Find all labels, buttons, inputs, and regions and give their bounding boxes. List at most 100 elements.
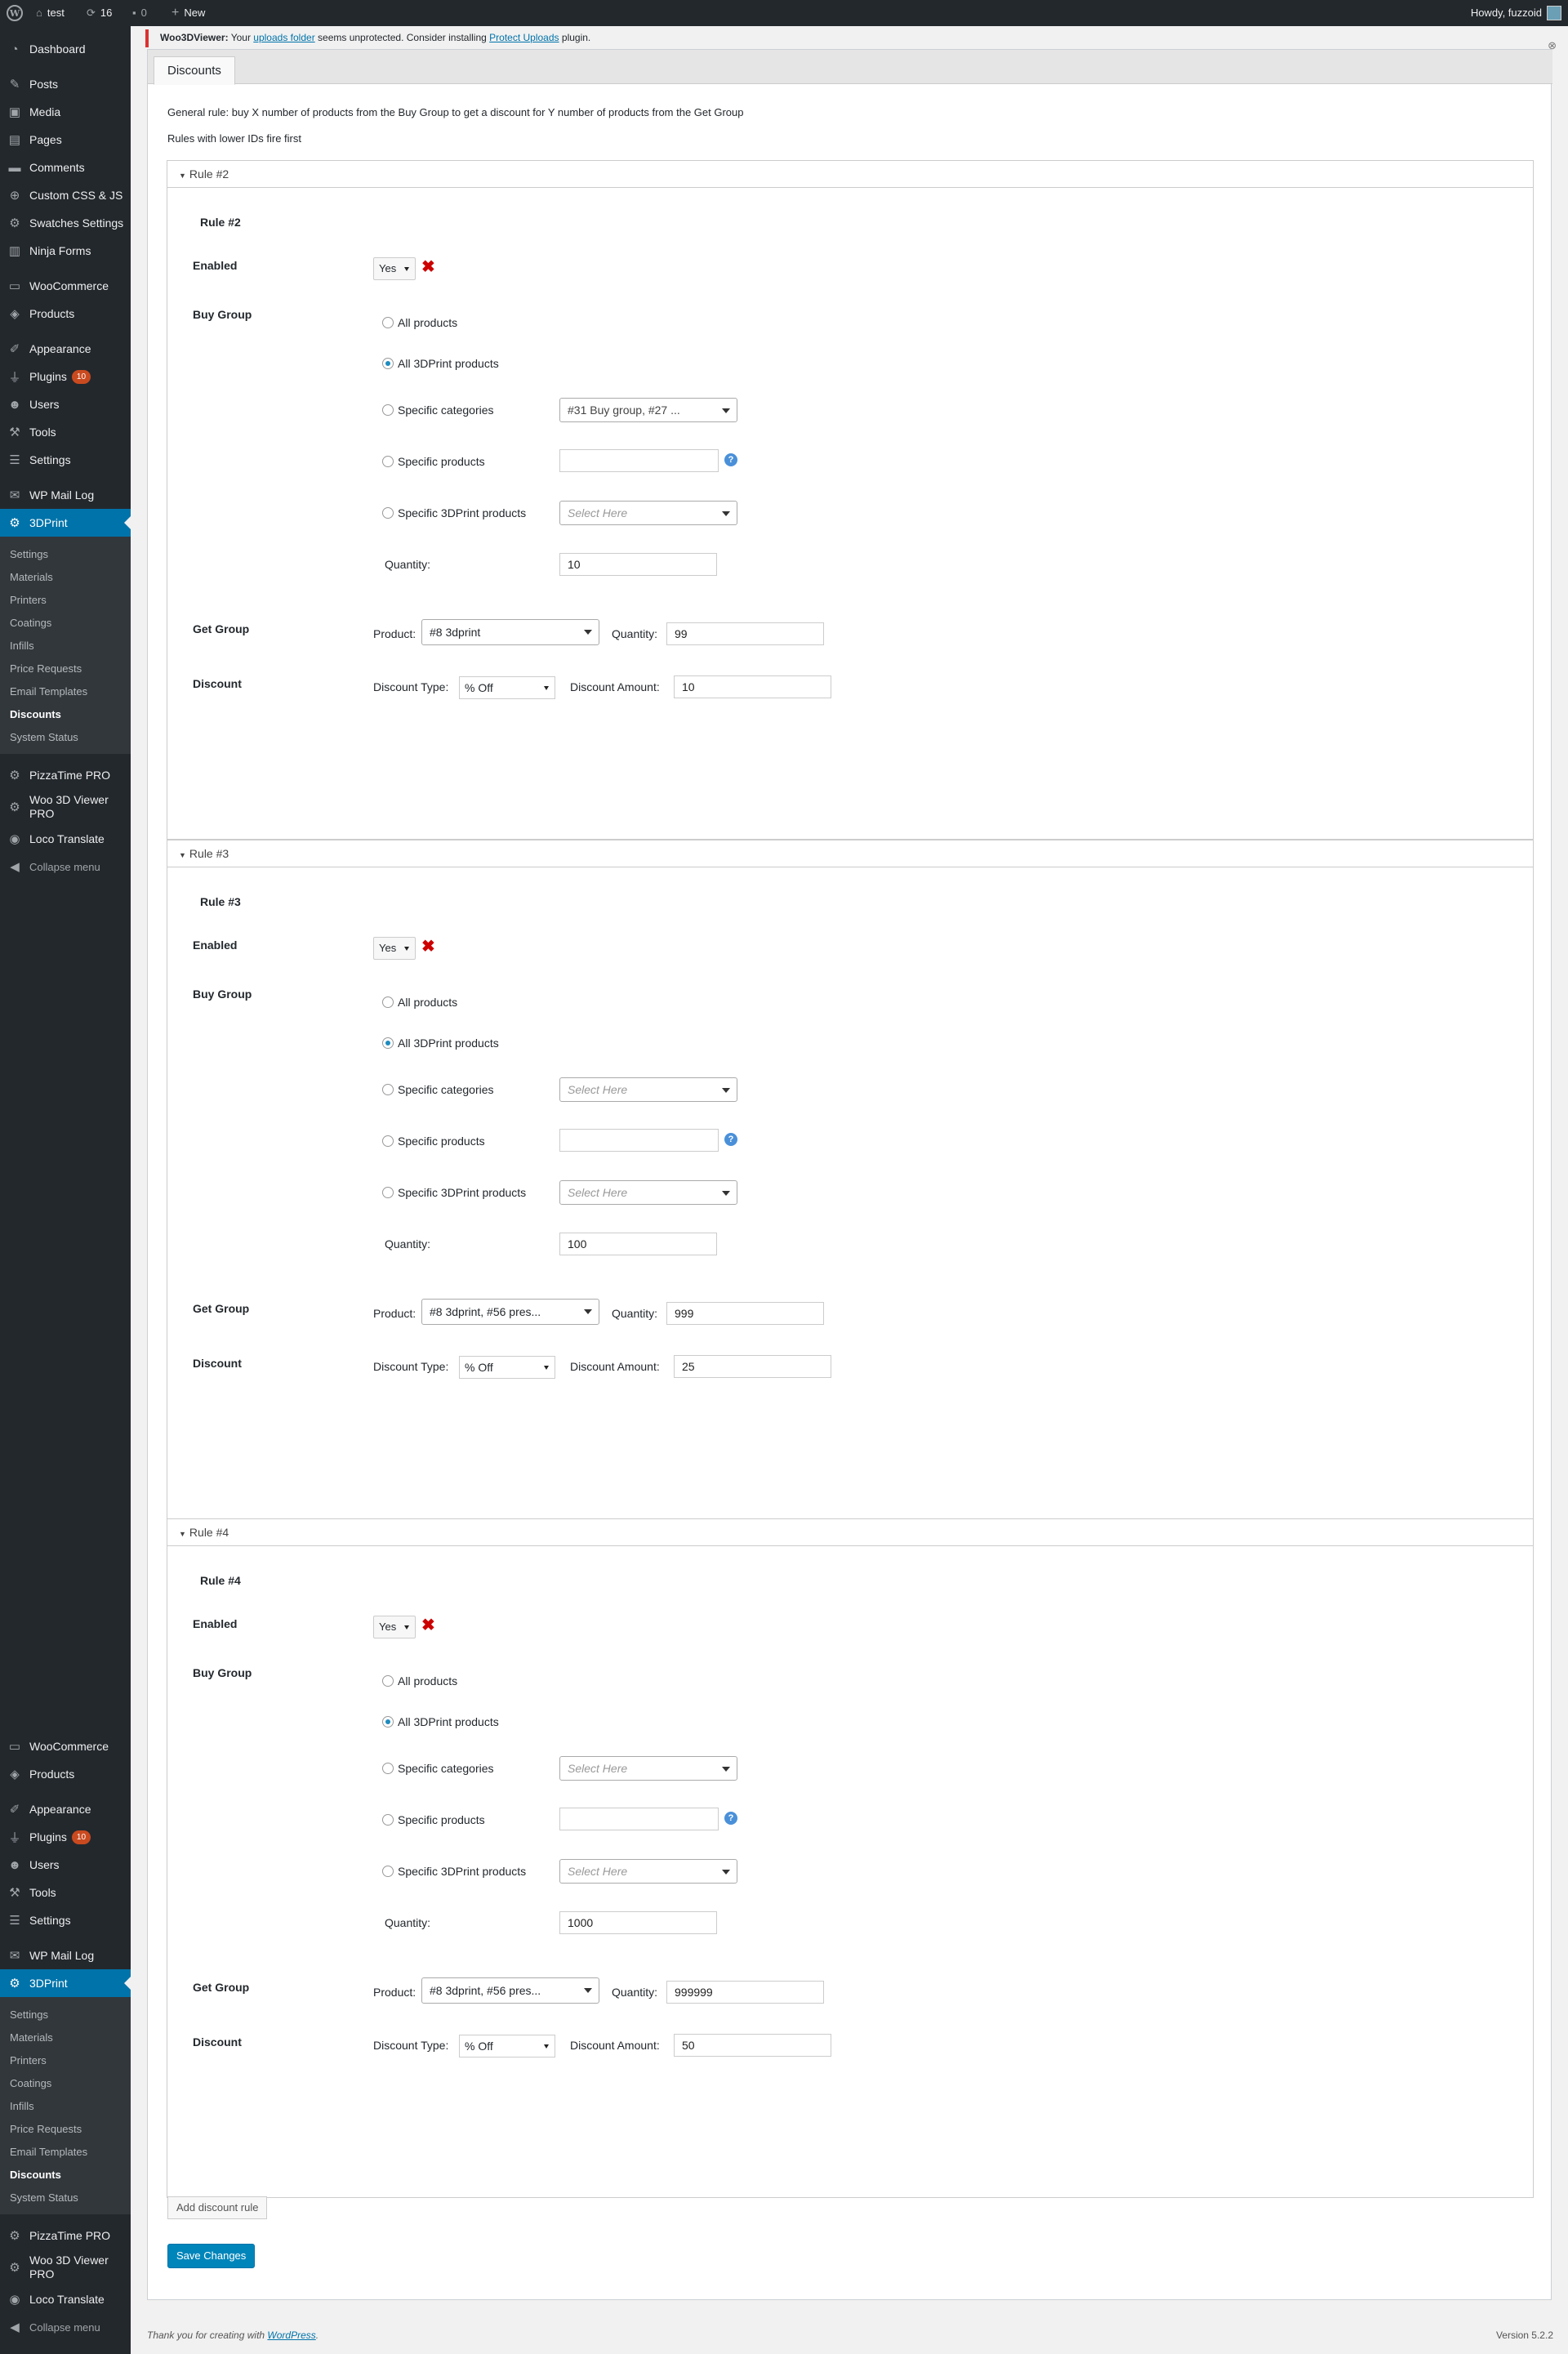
radio-button[interactable] (382, 1675, 394, 1687)
categories-select[interactable]: Select Here (559, 1077, 737, 1102)
sidebar-item-plugins[interactable]: ⏚ Plugins 10 (0, 1823, 131, 1851)
specific-products-input[interactable] (559, 449, 719, 472)
rule-header[interactable]: ▼ Rule #3 (167, 840, 1533, 867)
sidebar-item-products[interactable]: ◈ Products (0, 300, 131, 328)
sidebar-item-dashboard[interactable]: ◔ Dashboard (0, 35, 131, 63)
rule-header[interactable]: ▼ Rule #2 (167, 161, 1533, 188)
radio-button[interactable] (382, 1716, 394, 1728)
radio-button[interactable] (382, 404, 394, 416)
site-name-link[interactable]: ⌂ test (36, 0, 65, 26)
submenu-settings[interactable]: Settings (0, 543, 131, 566)
radio-button[interactable] (382, 358, 394, 369)
get-product-select[interactable]: #8 3dprint (421, 619, 599, 645)
sidebar-item-loco-translate[interactable]: ◉ Loco Translate (0, 2285, 131, 2313)
delete-rule-icon[interactable]: ✖ (421, 256, 435, 277)
sidebar-item-woo-3d-viewer[interactable]: ⚙ Woo 3D Viewer PRO (0, 789, 131, 825)
sidebar-item-pizzatime[interactable]: ⚙ PizzaTime PRO (0, 761, 131, 789)
help-icon[interactable]: ? (724, 1812, 737, 1825)
radio-button[interactable] (382, 1866, 394, 1877)
submenu-email-templates[interactable]: Email Templates (0, 680, 131, 703)
submenu-coatings[interactable]: Coatings (0, 612, 131, 635)
wordpress-logo-icon[interactable]: W (7, 0, 23, 26)
radio-specific-categories[interactable]: Specific categories (382, 1083, 494, 1096)
radio-button[interactable] (382, 1187, 394, 1198)
add-discount-rule-button[interactable]: Add discount rule (167, 2196, 268, 2219)
sidebar-item-users[interactable]: ☻ Users (0, 1851, 131, 1879)
submenu-discounts[interactable]: Discounts (0, 703, 131, 726)
sidebar-item-tools[interactable]: ⚒ Tools (0, 418, 131, 446)
radio-button[interactable] (382, 507, 394, 519)
radio-button[interactable] (382, 1763, 394, 1774)
radio-all-products[interactable]: All products (382, 996, 457, 1009)
radio-specific-products[interactable]: Specific products (382, 1135, 485, 1148)
wordpress-link[interactable]: WordPress (267, 2329, 315, 2341)
sidebar-item-woocommerce[interactable]: ▭ WooCommerce (0, 1732, 131, 1760)
sidebar-item-tools[interactable]: ⚒ Tools (0, 1879, 131, 1906)
radio-all-products[interactable]: All products (382, 1674, 457, 1687)
submenu-infills[interactable]: Infills (0, 2095, 131, 2118)
submenu-printers[interactable]: Printers (0, 2049, 131, 2072)
enabled-select[interactable]: Yes (373, 937, 416, 960)
radio-button[interactable] (382, 1037, 394, 1049)
submenu-coatings[interactable]: Coatings (0, 2072, 131, 2095)
buy-quantity-input[interactable]: 10 (559, 553, 717, 576)
3dprint-products-select[interactable]: Select Here (559, 1859, 737, 1884)
sidebar-item-comments[interactable]: ▬ Comments (0, 154, 131, 181)
sidebar-item-appearance[interactable]: ✐ Appearance (0, 1795, 131, 1823)
discount-type-select[interactable]: % Off (459, 1356, 555, 1379)
radio-specific-3dprint-products[interactable]: Specific 3DPrint products (382, 1186, 526, 1199)
radio-button[interactable] (382, 1135, 394, 1147)
submenu-system-status[interactable]: System Status (0, 2187, 131, 2209)
delete-rule-icon[interactable]: ✖ (421, 1615, 435, 1635)
get-quantity-input[interactable]: 999999 (666, 1981, 824, 2004)
radio-specific-products[interactable]: Specific products (382, 1813, 485, 1826)
sidebar-item-products[interactable]: ◈ Products (0, 1760, 131, 1788)
sidebar-item-wp-mail-log[interactable]: ✉ WP Mail Log (0, 1942, 131, 1969)
discount-type-select[interactable]: % Off (459, 676, 555, 699)
sidebar-item-swatches[interactable]: ⚙ Swatches Settings (0, 209, 131, 237)
uploads-folder-link[interactable]: uploads folder (253, 32, 314, 43)
help-icon[interactable]: ? (724, 453, 737, 466)
protect-uploads-link[interactable]: Protect Uploads (489, 32, 559, 43)
sidebar-item-wp-mail-log[interactable]: ✉ WP Mail Log (0, 481, 131, 509)
get-product-select[interactable]: #8 3dprint, #56 pres... (421, 1299, 599, 1325)
discount-amount-input[interactable]: 10 (674, 675, 831, 698)
tab-discounts[interactable]: Discounts (154, 56, 235, 85)
specific-products-input[interactable] (559, 1808, 719, 1830)
radio-specific-categories[interactable]: Specific categories (382, 403, 494, 417)
submenu-discounts[interactable]: Discounts (0, 2164, 131, 2187)
submenu-materials[interactable]: Materials (0, 566, 131, 589)
new-content-link[interactable]: + New (172, 0, 205, 26)
radio-button[interactable] (382, 996, 394, 1008)
submenu-email-templates[interactable]: Email Templates (0, 2141, 131, 2164)
sidebar-item-3dprint[interactable]: ⚙ 3DPrint (0, 509, 131, 537)
get-quantity-input[interactable]: 99 (666, 622, 824, 645)
submenu-settings[interactable]: Settings (0, 2004, 131, 2026)
submenu-printers[interactable]: Printers (0, 589, 131, 612)
specific-products-input[interactable] (559, 1129, 719, 1152)
radio-specific-3dprint-products[interactable]: Specific 3DPrint products (382, 1865, 526, 1878)
sidebar-item-users[interactable]: ☻ Users (0, 390, 131, 418)
sidebar-item-woo-3d-viewer[interactable]: ⚙ Woo 3D Viewer PRO (0, 2249, 131, 2285)
categories-select[interactable]: Select Here (559, 1756, 737, 1781)
radio-button[interactable] (382, 1084, 394, 1095)
comments-link[interactable]: ▪ 0 (132, 0, 147, 26)
sidebar-item-woocommerce[interactable]: ▭ WooCommerce (0, 272, 131, 300)
radio-specific-products[interactable]: Specific products (382, 455, 485, 468)
enabled-select[interactable]: Yes (373, 1616, 416, 1638)
discount-amount-input[interactable]: 25 (674, 1355, 831, 1378)
radio-all-3dprint-products[interactable]: All 3DPrint products (382, 357, 499, 370)
radio-all-3dprint-products[interactable]: All 3DPrint products (382, 1037, 499, 1050)
buy-quantity-input[interactable]: 100 (559, 1233, 717, 1255)
collapse-menu-button[interactable]: ◀ Collapse menu (0, 2313, 131, 2341)
radio-specific-3dprint-products[interactable]: Specific 3DPrint products (382, 506, 526, 519)
sidebar-item-pizzatime[interactable]: ⚙ PizzaTime PRO (0, 2222, 131, 2249)
sidebar-item-loco-translate[interactable]: ◉ Loco Translate (0, 825, 131, 853)
radio-all-3dprint-products[interactable]: All 3DPrint products (382, 1715, 499, 1728)
account-menu[interactable]: Howdy, fuzzoid (1471, 0, 1561, 26)
updates-link[interactable]: ⟳ 16 (87, 0, 112, 26)
sidebar-item-custom-css[interactable]: ⊕ Custom CSS & JS (0, 181, 131, 209)
buy-quantity-input[interactable]: 1000 (559, 1911, 717, 1934)
radio-button[interactable] (382, 1814, 394, 1826)
collapse-menu-button[interactable]: ◀ Collapse menu (0, 853, 131, 881)
